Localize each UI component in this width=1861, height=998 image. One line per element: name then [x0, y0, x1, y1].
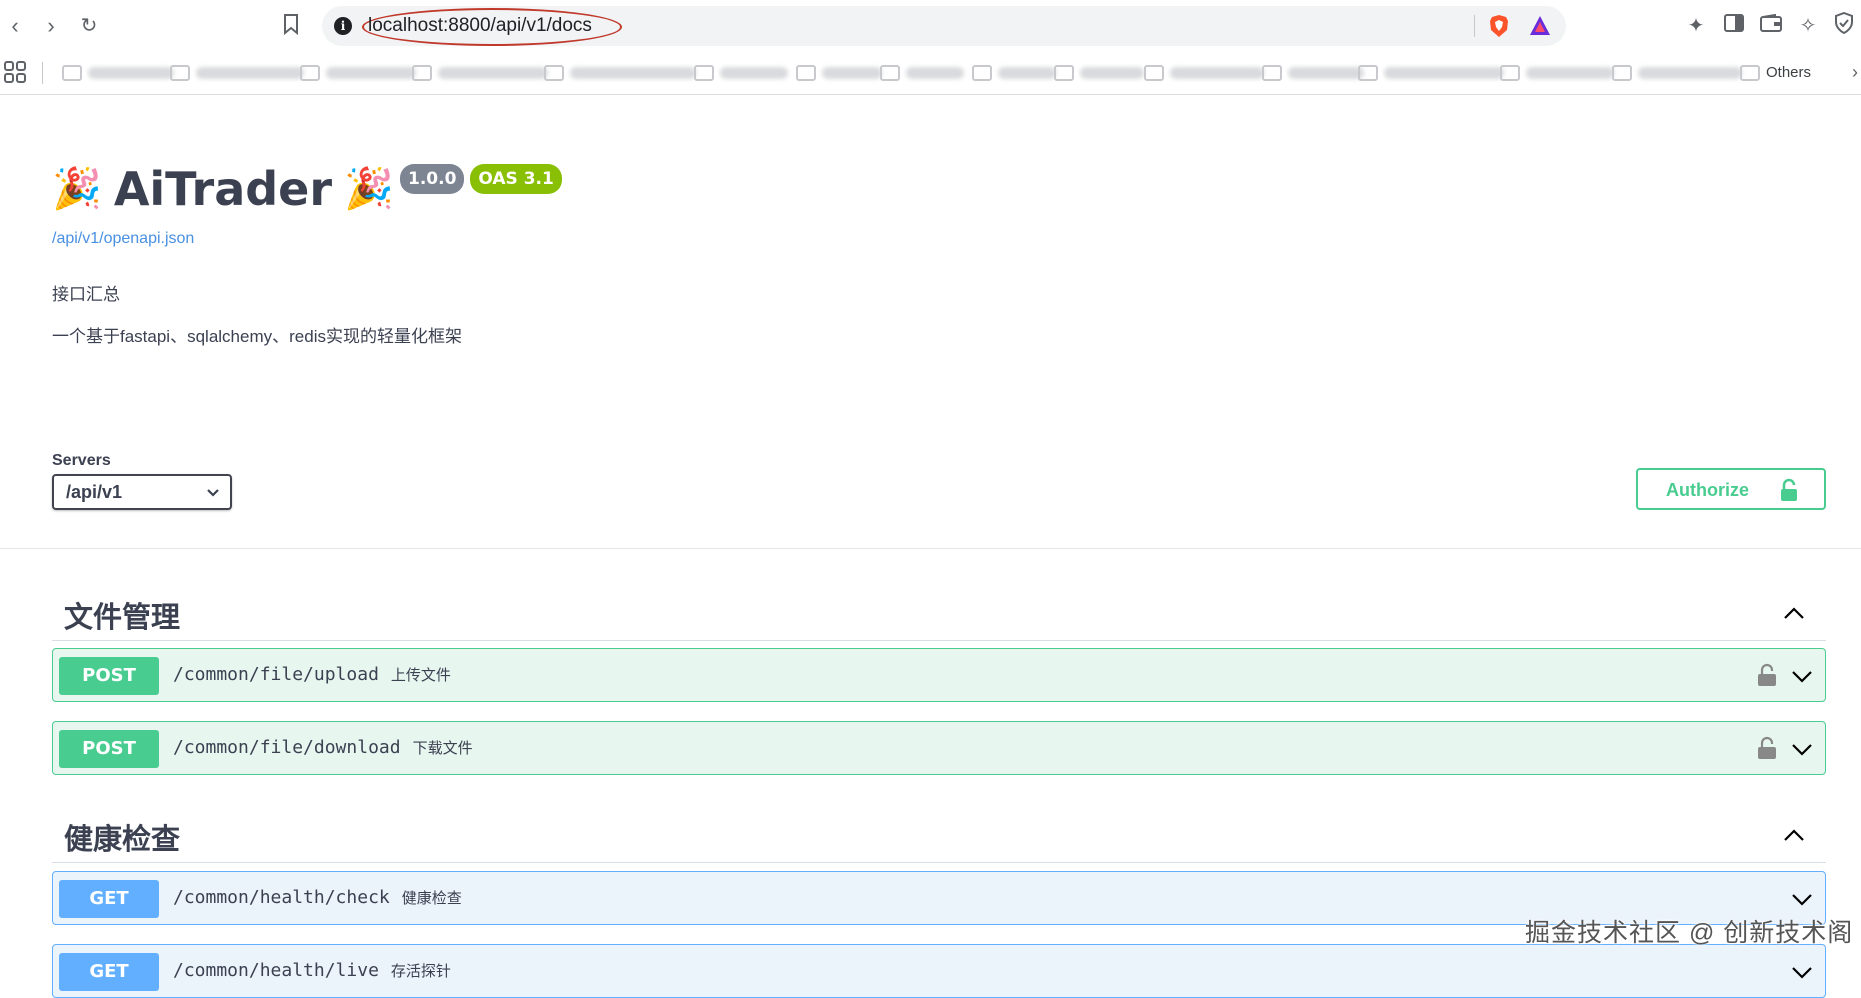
method-badge: POST	[59, 730, 159, 768]
sidebar-icon[interactable]	[1720, 12, 1748, 40]
bookmark-folder[interactable]	[62, 64, 174, 82]
folder-icon	[1262, 65, 1282, 81]
operation-summary: 健康检查	[401, 890, 462, 907]
other-bookmarks[interactable]: Others	[1740, 64, 1811, 81]
version-badges: 1.0.0 OAS 3.1	[400, 164, 562, 194]
more-bookmarks-chevron-icon[interactable]: ›	[1852, 62, 1858, 83]
operation-summary: 下载文件	[412, 740, 473, 757]
bookmark-folder[interactable]	[300, 64, 416, 82]
tag-title: 文件管理	[64, 600, 181, 634]
folder-icon	[880, 65, 900, 81]
method-badge: GET	[59, 953, 159, 991]
chevron-down-icon	[207, 489, 219, 497]
folder-icon	[1612, 65, 1632, 81]
operation-path: /common/health/check 健康检查	[173, 887, 462, 908]
url-text[interactable]: localhost:8800/api/v1/docs	[368, 15, 592, 37]
folder-icon	[1500, 65, 1520, 81]
method-badge: POST	[59, 657, 159, 695]
folder-icon	[300, 65, 320, 81]
bookmark-icon[interactable]	[278, 13, 304, 39]
site-info-icon[interactable]: i	[334, 17, 352, 35]
folder-icon	[544, 65, 564, 81]
api-title-row: 🎉 AiTrader 🎉	[52, 162, 394, 216]
chevron-down-icon[interactable]	[1791, 888, 1813, 910]
party-popper-icon: 🎉	[344, 167, 394, 211]
bookmark-folder[interactable]	[1054, 64, 1144, 82]
bookmark-folder[interactable]	[1612, 64, 1742, 82]
watermark: 掘金技术社区 @ 创新技术阁	[1525, 919, 1854, 947]
bookmark-folder[interactable]	[412, 64, 548, 82]
bookmarks-bar: Others ›	[0, 52, 1861, 95]
bookmark-folder[interactable]	[1144, 64, 1264, 82]
operation-path: /common/file/download 下载文件	[173, 737, 473, 758]
chevron-down-icon[interactable]	[1791, 665, 1813, 687]
apps-grid-icon[interactable]	[4, 61, 26, 83]
bookmark-folder[interactable]	[694, 64, 788, 82]
brave-rewards-icon[interactable]	[1528, 14, 1552, 38]
lock-icon	[1781, 478, 1797, 501]
address-divider	[1474, 15, 1475, 37]
bookmark-folder[interactable]	[544, 64, 696, 82]
method-badge: GET	[59, 880, 159, 918]
reload-icon[interactable]: ↻	[76, 13, 102, 39]
operation-row[interactable]: POST /common/file/download 下载文件	[52, 721, 1826, 775]
bookmark-folder[interactable]	[880, 64, 964, 82]
operation-row[interactable]: POST /common/file/upload 上传文件	[52, 648, 1826, 702]
vpn-shield-icon[interactable]	[1830, 11, 1858, 40]
servers-select[interactable]: /api/v1	[52, 474, 232, 510]
folder-icon	[694, 65, 714, 81]
oas-badge: OAS 3.1	[470, 164, 562, 194]
tag-section-header[interactable]: 文件管理	[52, 588, 1826, 641]
folder-icon	[412, 65, 432, 81]
bookmark-folder[interactable]	[1500, 64, 1614, 82]
folder-icon	[170, 65, 190, 81]
brave-shields-icon[interactable]	[1488, 14, 1510, 38]
extensions-icon[interactable]: ✦	[1682, 12, 1710, 40]
party-popper-icon: 🎉	[52, 167, 102, 211]
folder-icon	[796, 65, 816, 81]
chevron-up-icon[interactable]	[1782, 602, 1806, 626]
folder-icon	[1358, 65, 1378, 81]
api-description: 一个基于fastapi、sqlalchemy、redis实现的轻量化框架	[52, 327, 462, 346]
other-bookmarks-label: Others	[1766, 64, 1812, 81]
authorize-label: Authorize	[1666, 480, 1749, 500]
leo-ai-icon[interactable]: ✧	[1794, 12, 1822, 40]
operation-row[interactable]: GET /common/health/live 存活探针	[52, 944, 1826, 998]
version-badge: 1.0.0	[400, 164, 465, 194]
servers-label: Servers	[52, 452, 111, 469]
forward-arrow-icon[interactable]: ›	[38, 13, 64, 39]
operation-summary: 上传文件	[390, 667, 451, 684]
chevron-down-icon[interactable]	[1791, 961, 1813, 983]
operation-path: /common/file/upload 上传文件	[173, 664, 451, 685]
folder-icon	[1144, 65, 1164, 81]
address-bar[interactable]: i localhost:8800/api/v1/docs	[322, 6, 1566, 46]
wallet-icon[interactable]	[1757, 12, 1785, 40]
api-title: AiTrader	[113, 162, 333, 216]
chevron-down-icon[interactable]	[1791, 738, 1813, 760]
folder-icon	[1054, 65, 1074, 81]
tag-section-header[interactable]: 健康检查	[52, 810, 1826, 863]
folder-icon	[972, 65, 992, 81]
unlocked-icon[interactable]	[1757, 736, 1777, 760]
unlocked-icon[interactable]	[1757, 663, 1777, 687]
bookmark-folder[interactable]	[1358, 64, 1504, 82]
api-summary: 接口汇总	[52, 285, 120, 304]
authorize-button[interactable]: Authorize	[1636, 468, 1826, 510]
bookmark-folder[interactable]	[972, 64, 1056, 82]
bookmarks-divider	[42, 62, 43, 84]
scheme-container: Servers /api/v1 Authorize	[0, 440, 1861, 549]
openapi-json-link[interactable]: /api/v1/openapi.json	[52, 230, 194, 248]
chevron-up-icon[interactable]	[1782, 824, 1806, 848]
bookmark-folder[interactable]	[1262, 64, 1364, 82]
browser-toolbar: ‹ › ↻ i localhost:8800/api/v1/docs ✦ ✧	[0, 0, 1861, 52]
folder-icon	[1740, 64, 1760, 81]
tag-title: 健康检查	[64, 822, 181, 856]
servers-selected-value: /api/v1	[66, 482, 123, 502]
bookmark-folder[interactable]	[170, 64, 304, 82]
bookmark-folder[interactable]	[796, 64, 882, 82]
back-arrow-icon[interactable]: ‹	[2, 13, 28, 39]
operation-summary: 存活探针	[390, 963, 451, 980]
folder-icon	[62, 65, 82, 81]
